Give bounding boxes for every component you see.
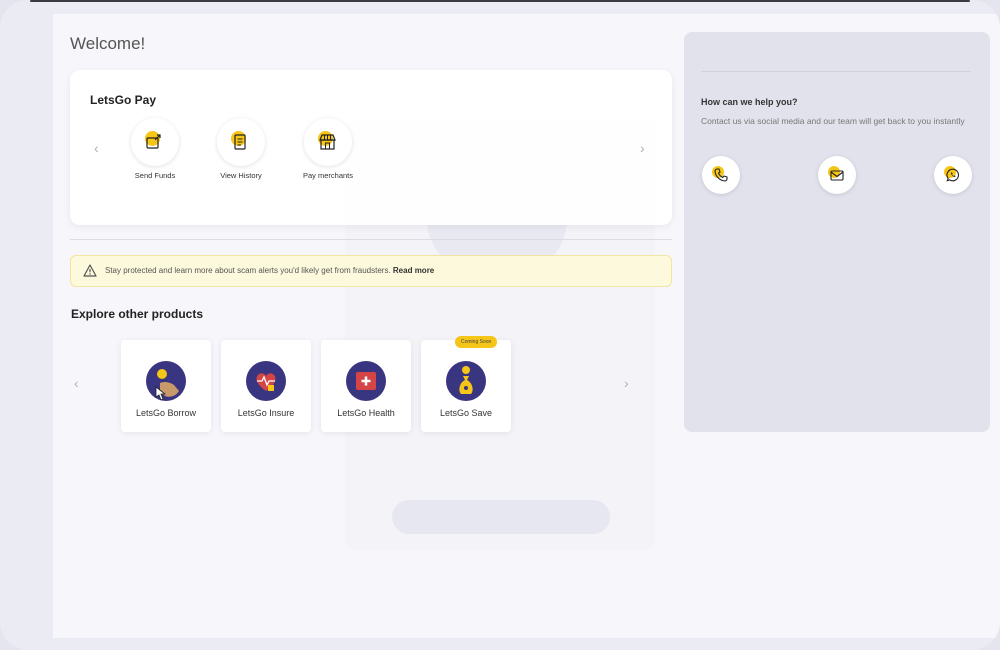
history-icon [234,134,246,150]
coming-soon-badge: Coming Soon [455,336,498,348]
warning-icon [83,264,97,277]
app-frame: Welcome! LetsGo Pay ‹ › Send Funds View … [0,0,1000,650]
products-chevron-left-icon[interactable]: ‹ [74,375,79,391]
contact-phone-button[interactable] [702,156,740,194]
borrow-icon [146,361,186,401]
letsgo-pay-card: LetsGo Pay ‹ › Send Funds View History P… [70,70,672,225]
health-icon [346,361,386,401]
section-divider [70,239,672,240]
background-overlay-button [392,500,610,534]
email-icon [830,170,844,181]
product-label-insure: LetsGo Insure [237,408,295,418]
products-chevron-right-icon[interactable]: › [624,375,629,391]
contact-whatsapp-button[interactable] [934,156,972,194]
contact-email-button[interactable] [818,156,856,194]
chevron-right-icon[interactable]: › [640,140,645,156]
view-history-label: View History [220,171,262,180]
page-title: Welcome! [70,34,146,53]
chevron-left-icon[interactable]: ‹ [94,140,99,156]
pay-merchants-button[interactable]: Pay merchants [283,118,373,180]
product-label-borrow: LetsGo Borrow [135,408,197,418]
send-funds-label: Send Funds [134,171,176,180]
phone-icon [714,168,728,182]
product-card-insure[interactable]: LetsGo Insure [221,340,311,432]
read-more-link[interactable]: Read more [393,266,434,275]
pay-card-title: LetsGo Pay [90,93,157,107]
help-divider [701,71,971,72]
product-card-health[interactable]: LetsGo Health [321,340,411,432]
window-top-border [30,0,970,2]
product-label-save: LetsGo Save [439,408,493,418]
help-panel: How can we help you? Contact us via soci… [684,32,990,432]
insure-icon [246,361,286,401]
view-history-button[interactable]: View History [196,118,286,180]
whatsapp-icon [946,168,959,182]
alert-message: Stay protected and learn more about scam… [105,266,391,275]
pay-merchants-label: Pay merchants [302,171,354,180]
merchant-icon [319,134,336,150]
scam-alert-banner: Stay protected and learn more about scam… [70,255,672,287]
explore-section-title: Explore other products [71,307,204,321]
help-subtitle: Contact us via social media and our team… [701,116,965,126]
product-card-save[interactable]: Coming Soon LetsGo Save [421,336,511,432]
product-label-health: LetsGo Health [337,408,395,418]
send-funds-icon [146,134,161,149]
save-icon [446,361,486,401]
send-funds-button[interactable]: Send Funds [110,118,200,180]
help-title: How can we help you? [701,97,798,107]
product-card-borrow[interactable]: LetsGo Borrow [121,340,211,432]
